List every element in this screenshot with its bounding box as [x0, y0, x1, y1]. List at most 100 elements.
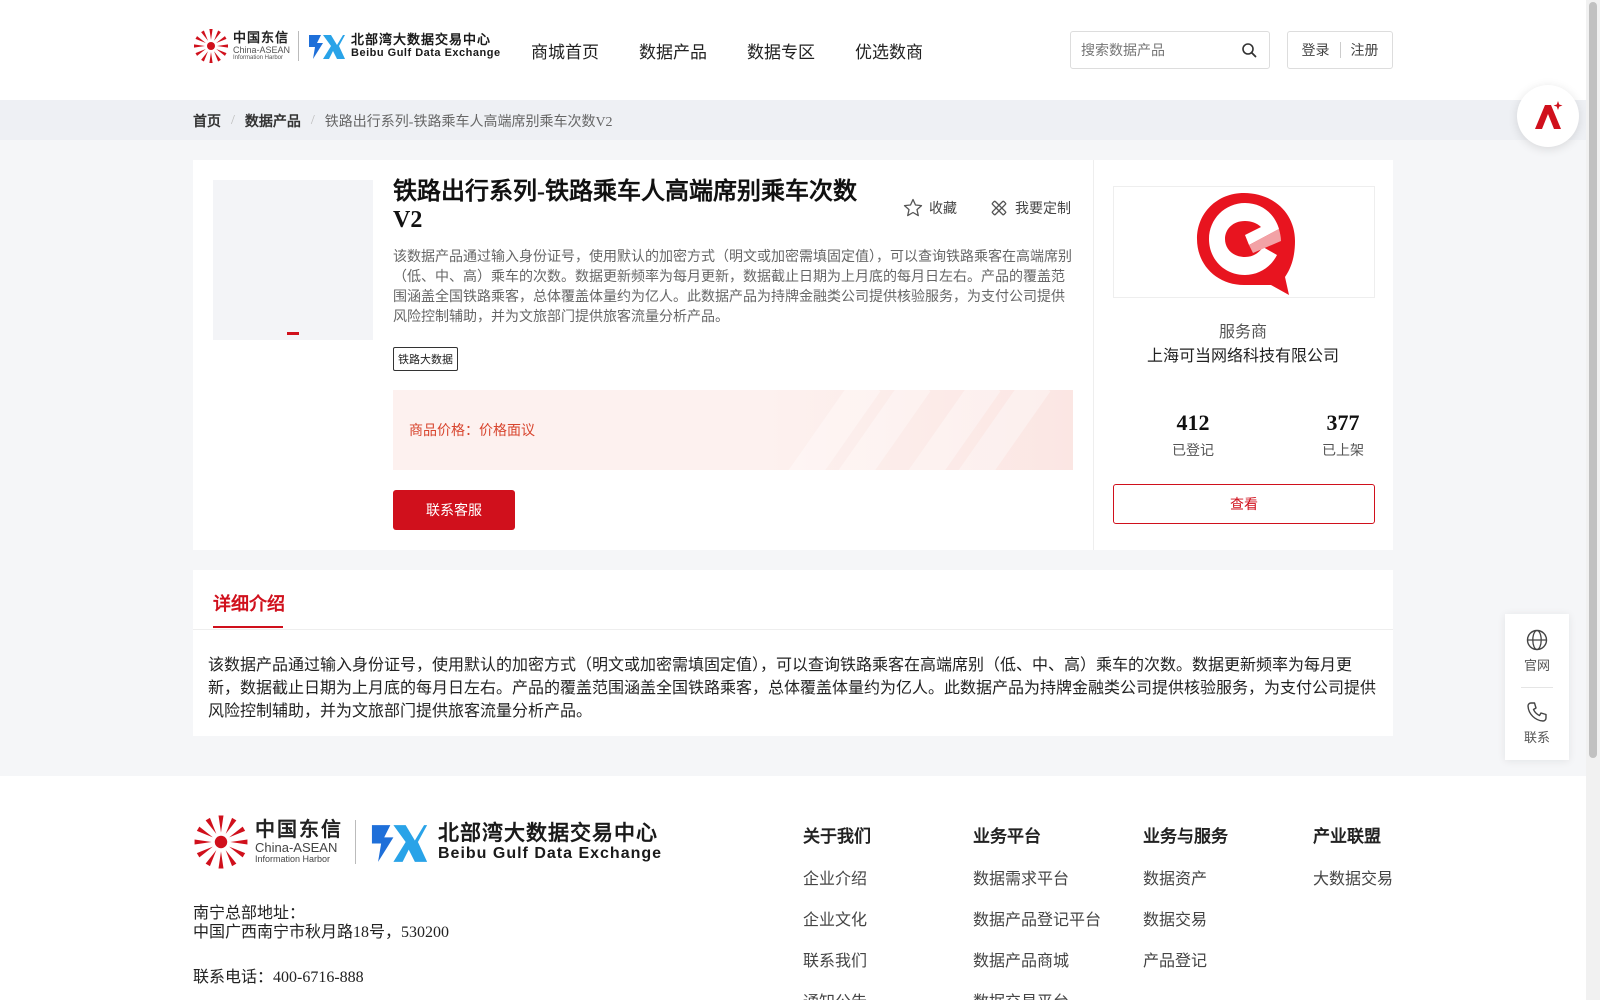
footer-link[interactable]: 企业介绍	[803, 865, 871, 889]
footer-link[interactable]: 企业文化	[803, 906, 871, 930]
search-box	[1070, 31, 1270, 69]
footer-column-title: 业务与服务	[1143, 827, 1228, 846]
footer-phone: 联系电话：400-6716-888	[193, 969, 364, 986]
breadcrumb: 首页 / 数据产品 / 铁路出行系列-铁路乘车人高端席别乘车次数V2	[193, 111, 613, 131]
logo-bg-cn-text: 北部湾大数据交易中心	[351, 31, 492, 47]
breadcrumb-data-products[interactable]: 数据产品	[245, 111, 301, 131]
breadcrumb-separator: /	[231, 113, 235, 128]
auth-box: 登录 注册	[1287, 31, 1393, 69]
footer-column-title: 关于我们	[803, 827, 871, 846]
star-icon	[903, 198, 923, 217]
listed-stat: 377 已上架	[1288, 410, 1398, 460]
footer-link[interactable]: 联系我们	[803, 947, 871, 971]
footer-link[interactable]: 数据需求平台	[973, 865, 1101, 889]
active-tab-indicator	[213, 626, 283, 628]
product-actions: 收藏 我要定制	[903, 198, 1071, 218]
scrollbar-thumb[interactable]	[1589, 2, 1597, 758]
address-text: 中国广西南宁市秋月路18号，530200	[193, 924, 450, 941]
footer-logo-cn: 中国东信	[255, 818, 343, 841]
vendor-logo-mark-icon	[1197, 193, 1295, 295]
search-icon[interactable]	[1241, 42, 1257, 58]
registered-count: 412	[1176, 410, 1210, 435]
login-link[interactable]: 登录	[1292, 40, 1340, 60]
bgde-mark-icon	[309, 35, 346, 59]
footer-link[interactable]: 数据产品商城	[973, 947, 1101, 971]
breadcrumb-home[interactable]: 首页	[193, 111, 221, 131]
customize-label: 我要定制	[1015, 200, 1071, 216]
search-input[interactable]	[1071, 32, 1231, 68]
footer-link[interactable]: 数据资产	[1143, 865, 1228, 889]
footer-link[interactable]: 数据产品登记平台	[973, 906, 1101, 930]
footer-address: 南宁总部地址： 中国广西南宁市秋月路18号，530200	[193, 904, 449, 942]
registered-label: 已登记	[1172, 444, 1214, 459]
page-scrollbar[interactable]	[1586, 0, 1600, 1000]
footer-column-alliance: 产业联盟 大数据交易	[1313, 822, 1393, 906]
site-header: 中国东信 China-ASEAN Information Harbor 北部湾大…	[0, 0, 1586, 100]
price-box: 商品价格：价格面议	[393, 390, 1073, 470]
address-label: 南宁总部地址：	[193, 905, 306, 922]
logo-cn-en2: Information Harbor	[233, 55, 284, 61]
product-card: 铁路出行系列-铁路乘车人高端席别乘车次数V2 收藏 我要定制 该数据产品通过输入…	[193, 160, 1393, 550]
nav-mall-home[interactable]: 商城首页	[531, 38, 599, 63]
customize-tools-icon	[991, 200, 1007, 216]
footer-logo: 中国东信 China-ASEAN Information Harbor 北部湾大…	[193, 814, 662, 870]
logo-cn-en1: China-ASEAN	[233, 45, 291, 55]
side-divider	[1521, 687, 1553, 688]
footer-link[interactable]: 数据交易平台	[973, 988, 1101, 1000]
logo-cn-text: 中国东信	[233, 30, 290, 45]
footer-link[interactable]: 产品登记	[1143, 947, 1228, 971]
register-link[interactable]: 注册	[1341, 40, 1389, 60]
view-vendor-button[interactable]: 查看	[1113, 484, 1375, 524]
contact-link[interactable]: 联系	[1505, 700, 1569, 746]
footer-logo-cn-en1: China-ASEAN	[255, 839, 338, 855]
carousel-indicator[interactable]	[287, 332, 299, 335]
logo-divider	[298, 31, 300, 61]
footer-column-about: 关于我们 企业介绍 企业文化 联系我们 通知公告	[803, 822, 871, 1000]
footer-column-platform: 业务平台 数据需求平台 数据产品登记平台 数据产品商城 数据交易平台	[973, 822, 1101, 1000]
registered-stat: 412 已登记	[1138, 410, 1248, 460]
product-description: 该数据产品通过输入身份证号，使用默认的加密方式（明文或加密需填固定值），可以查询…	[393, 250, 1072, 325]
product-title: 铁路出行系列-铁路乘车人高端席别乘车次数V2	[393, 179, 857, 233]
ai-assistant-icon	[1535, 101, 1563, 129]
tab-divider	[193, 629, 1393, 630]
footer-column-title: 产业联盟	[1313, 827, 1381, 846]
tab-detail-intro[interactable]: 详细介绍	[213, 590, 285, 616]
product-image[interactable]	[213, 180, 373, 340]
breadcrumb-bar: 首页 / 数据产品 / 铁路出行系列-铁路乘车人高端席别乘车次数V2	[0, 100, 1586, 140]
footer-logo-cn-en2: Information Harbor	[255, 853, 331, 864]
product-tag[interactable]: 铁路大数据	[393, 347, 458, 371]
contact-service-button[interactable]: 联系客服	[393, 490, 515, 530]
nav-data-products[interactable]: 数据产品	[639, 38, 707, 63]
website-link[interactable]: 官网	[1505, 628, 1569, 674]
bgde-mark-icon	[371, 825, 428, 862]
sunburst-logo-icon	[194, 815, 248, 869]
nav-data-zone[interactable]: 数据专区	[747, 38, 815, 63]
vendor-logo[interactable]	[1113, 186, 1375, 298]
footer-link[interactable]: 大数据交易	[1313, 865, 1393, 889]
footer-column-title: 业务平台	[973, 827, 1041, 846]
globe-icon	[1526, 629, 1548, 651]
site-logo[interactable]: 中国东信 China-ASEAN Information Harbor 北部湾大…	[193, 28, 501, 64]
floating-side-panel: 官网 联系	[1505, 614, 1569, 760]
customize-button[interactable]: 我要定制	[989, 198, 1071, 218]
footer-link[interactable]: 通知公告	[803, 988, 871, 1000]
vendor-name: 上海可当网络科技有限公司	[1146, 348, 1339, 365]
ai-assistant-button[interactable]	[1517, 85, 1579, 147]
nav-preferred-vendors[interactable]: 优选数商	[855, 38, 923, 63]
breadcrumb-separator: /	[310, 113, 315, 128]
breadcrumb-current: 铁路出行系列-铁路乘车人高端席别乘车次数V2	[324, 115, 613, 130]
listed-count: 377	[1326, 410, 1360, 435]
footer-logo-bg-cn: 北部湾大数据交易中心	[438, 821, 658, 845]
favorite-button[interactable]: 收藏	[903, 198, 957, 218]
logo-bg-en-text: Beibu Gulf Data Exchange	[351, 47, 501, 60]
favorite-label: 收藏	[929, 200, 957, 216]
footer-logo-divider	[355, 820, 356, 864]
footer-logo-bg-en: Beibu Gulf Data Exchange	[438, 844, 663, 862]
footer-link[interactable]: 数据交易	[1143, 906, 1228, 930]
price-label: 商品价格：价格面议	[409, 422, 535, 438]
phone-icon	[1527, 702, 1547, 722]
sunburst-logo-icon	[194, 29, 228, 63]
detail-section: 详细介绍 该数据产品通过输入身份证号，使用默认的加密方式（明文或加密需填固定值）…	[193, 570, 1393, 736]
listed-label: 已上架	[1322, 444, 1364, 459]
footer-column-services: 业务与服务 数据资产 数据交易 产品登记	[1143, 822, 1228, 988]
